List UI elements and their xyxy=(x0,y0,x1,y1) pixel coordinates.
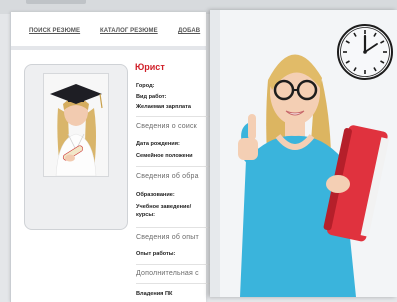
field-desired-salary: Желаемая зарплата xyxy=(136,104,191,110)
field-education: Образование: xyxy=(136,192,175,198)
section-applicant-info: Сведения о соиск xyxy=(136,123,197,130)
field-institution-courses: курсы: xyxy=(136,212,156,218)
background-blur xyxy=(26,0,86,4)
photo-card xyxy=(24,64,128,230)
clock-icon xyxy=(335,22,395,82)
section-divider xyxy=(136,166,216,167)
nav-search-resumes[interactable]: ПОИСК РЕЗЮМЕ xyxy=(29,28,80,34)
nav-divider xyxy=(11,46,206,50)
top-navigation: ПОИСК РЕЗЮМЕ КАТАЛОГ РЕЗЮМЕ ДОБАВ xyxy=(11,12,206,46)
field-marital-status: Семейное положени xyxy=(136,153,193,159)
field-experience: Опыт работы: xyxy=(136,251,176,257)
resume-title: Юрист xyxy=(135,62,165,72)
field-pc-skills: Владения ПК xyxy=(136,291,173,297)
candidate-photo xyxy=(43,73,109,177)
section-divider xyxy=(136,283,216,284)
section-experience-info: Сведения об опыт xyxy=(136,234,199,241)
section-education-info: Сведения об обра xyxy=(136,173,199,180)
nav-resume-catalog[interactable]: КАТАЛОГ РЕЗЮМЕ xyxy=(100,28,158,34)
section-divider xyxy=(136,264,216,265)
section-additional: Дополнительная с xyxy=(136,270,199,277)
field-work-type: Вид работ: xyxy=(136,94,167,100)
section-divider xyxy=(136,116,216,117)
field-city: Город: xyxy=(136,83,155,89)
field-institution: Учебное заведение/ xyxy=(136,204,192,210)
section-divider xyxy=(136,227,216,228)
nav-add[interactable]: ДОБАВ xyxy=(178,28,200,34)
graduate-illustration xyxy=(44,74,108,176)
field-birth-date: Дата рождения: xyxy=(136,141,180,147)
